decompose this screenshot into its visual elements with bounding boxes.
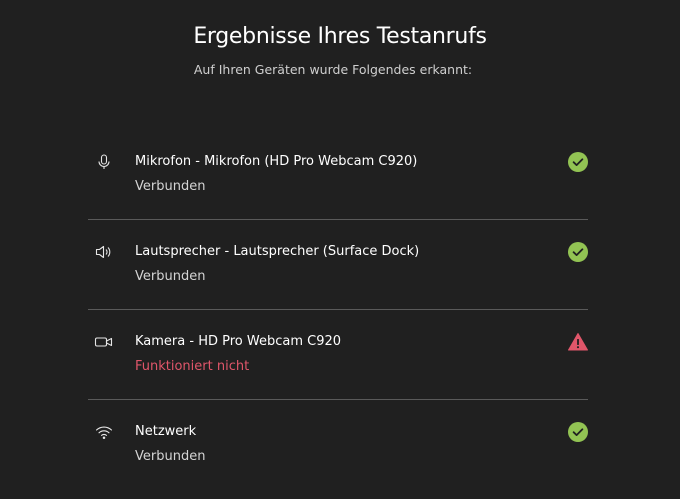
device-row-microphone: Mikrofon - Mikrofon (HD Pro Webcam C920)…	[88, 130, 588, 220]
device-status: Verbunden	[135, 269, 206, 284]
device-row-speaker: Lautsprecher - Lautsprecher (Surface Doc…	[88, 220, 588, 310]
device-name: Kamera - HD Pro Webcam C920	[135, 334, 342, 349]
device-status: Verbunden	[135, 179, 206, 194]
device-name: Lautsprecher - Lautsprecher (Surface Doc…	[135, 244, 420, 259]
microphone-icon	[94, 152, 114, 172]
device-status: Verbunden	[135, 449, 206, 464]
page-title: Ergebnisse Ihres Testanrufs	[193, 24, 487, 49]
device-row-camera: Kamera - HD Pro Webcam C920 Funktioniert…	[88, 310, 588, 400]
check-circle-icon	[568, 242, 588, 262]
check-circle-icon	[568, 422, 588, 442]
wifi-icon	[94, 422, 114, 442]
device-row-network: Netzwerk Verbunden	[88, 400, 588, 489]
warning-triangle-icon	[568, 332, 588, 352]
device-name: Netzwerk	[135, 424, 197, 439]
test-call-results-panel: Ergebnisse Ihres Testanrufs Auf Ihren Ge…	[0, 0, 680, 499]
page-subtitle: Auf Ihren Geräten wurde Folgendes erkann…	[193, 62, 473, 77]
check-circle-icon	[568, 152, 588, 172]
device-name: Mikrofon - Mikrofon (HD Pro Webcam C920)	[135, 154, 418, 169]
camera-icon	[94, 332, 114, 352]
device-status-error: Funktioniert nicht	[135, 359, 250, 374]
device-list: Mikrofon - Mikrofon (HD Pro Webcam C920)…	[88, 130, 588, 489]
speaker-icon	[94, 242, 114, 262]
